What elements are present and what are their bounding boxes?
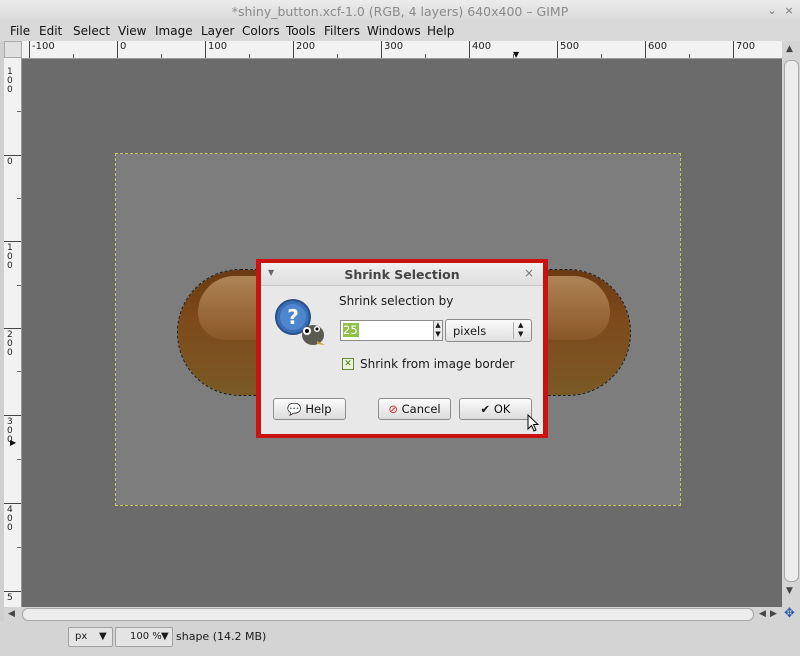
window-title: *shiny_button.xcf-1.0 (RGB, 4 layers) 64… <box>231 4 569 19</box>
shrink-amount-stepper[interactable]: ▲ ▼ <box>433 320 443 341</box>
ruler-label-v: 400 <box>7 505 13 533</box>
ruler-pointer-icon: ▼ <box>513 50 520 59</box>
ruler-label-v: 100 <box>7 243 13 271</box>
unit-dropdown-value: pixels <box>453 324 487 338</box>
navigate-icon[interactable]: ✥ <box>784 606 795 621</box>
scroll-right-icon[interactable]: ▶ <box>770 609 777 619</box>
shrink-border-label[interactable]: Shrink from image border <box>360 357 514 371</box>
ruler-label-v: 5 <box>7 593 13 603</box>
help-label: Help <box>305 402 332 416</box>
window-titlebar: *shiny_button.xcf-1.0 (RGB, 4 layers) 64… <box>0 0 800 23</box>
chevron-down-icon: ▼ <box>99 631 107 642</box>
ruler-label: 600 <box>648 41 668 52</box>
chevron-updown-icon: ▲ ▼ <box>518 321 524 338</box>
menu-filters[interactable]: Filters <box>324 24 360 38</box>
mouse-cursor-icon <box>527 414 540 432</box>
menu-layer[interactable]: Layer <box>201 24 234 38</box>
status-text: shape (14.2 MB) <box>176 630 267 643</box>
ruler-label: 300 <box>384 41 404 52</box>
ok-label: OK <box>493 402 511 416</box>
dialog-titlebar[interactable]: ▼ Shrink Selection × <box>261 263 543 286</box>
scroll-down-icon[interactable]: ▼ <box>786 586 793 596</box>
vertical-ruler[interactable]: 100 0 100 200 300 400 5 ▶ <box>4 58 22 608</box>
chevron-down-icon: ▼ <box>161 631 169 642</box>
scroll-left-icon[interactable]: ◀ <box>759 609 766 619</box>
zoom-value: 100 % <box>130 631 162 642</box>
menu-image[interactable]: Image <box>155 24 193 38</box>
menu-select[interactable]: Select <box>73 24 110 38</box>
ruler-label: 400 <box>472 41 492 52</box>
svg-text:?: ? <box>287 305 299 329</box>
ruler-label: 200 <box>296 41 316 52</box>
help-icon: 💬 <box>287 402 302 416</box>
ruler-label-v: 0 <box>7 157 13 167</box>
ruler-label: 500 <box>560 41 580 52</box>
shrink-amount-value: 25 <box>343 323 359 337</box>
scroll-up-icon[interactable]: ▲ <box>786 44 793 54</box>
cancel-button[interactable]: ⊘ Cancel <box>378 398 451 420</box>
ruler-label: -100 <box>32 41 55 52</box>
help-button[interactable]: 💬 Help <box>273 398 346 420</box>
shrink-border-checkbox[interactable]: ✕ <box>342 358 354 370</box>
unit-dropdown[interactable]: pixels ▲ ▼ <box>445 319 532 342</box>
minimize-icon[interactable]: ⌄ <box>764 3 780 19</box>
close-window-icon[interactable]: × <box>781 3 797 19</box>
scroll-left-icon[interactable]: ◀ <box>8 609 15 619</box>
ruler-label-v: 200 <box>7 330 13 358</box>
cancel-icon: ⊘ <box>388 402 398 416</box>
ok-button[interactable]: ✔ OK <box>459 398 532 420</box>
horizontal-ruler[interactable]: -100 0 100 200 300 400 500 600 700 ▼ <box>22 41 782 59</box>
unit-selector[interactable]: px ▼ <box>68 627 113 647</box>
dialog-title: Shrink Selection <box>344 267 460 282</box>
ruler-label: 700 <box>736 41 756 52</box>
dialog-close-icon[interactable]: × <box>524 266 534 280</box>
zoom-selector[interactable]: 100 % ▼ <box>115 627 173 647</box>
menu-bar: File Edit Select View Image Layer Colors… <box>0 22 800 41</box>
question-wilber-icon: ? <box>275 299 325 345</box>
ruler-label-v: 100 <box>7 67 13 95</box>
ruler-pointer-icon: ▶ <box>10 438 17 447</box>
cancel-label: Cancel <box>401 402 441 416</box>
unit-value: px <box>75 631 88 642</box>
shrink-prompt-label: Shrink selection by <box>339 294 454 308</box>
quick-mask-corner[interactable] <box>4 41 22 58</box>
menu-edit[interactable]: Edit <box>39 24 62 38</box>
menu-view[interactable]: View <box>118 24 146 38</box>
menu-colors[interactable]: Colors <box>242 24 280 38</box>
menu-windows[interactable]: Windows <box>367 24 421 38</box>
menu-tools[interactable]: Tools <box>286 24 316 38</box>
menu-help[interactable]: Help <box>427 24 454 38</box>
vertical-scroll-thumb[interactable] <box>784 60 799 582</box>
ruler-label: 0 <box>120 41 127 52</box>
ruler-label: 100 <box>208 41 228 52</box>
horizontal-scroll-thumb[interactable] <box>22 608 754 621</box>
status-bar: px ▼ 100 % ▼ shape (14.2 MB) <box>0 621 800 656</box>
menu-file[interactable]: File <box>10 24 30 38</box>
checkmark-icon: ✔ <box>480 402 491 416</box>
